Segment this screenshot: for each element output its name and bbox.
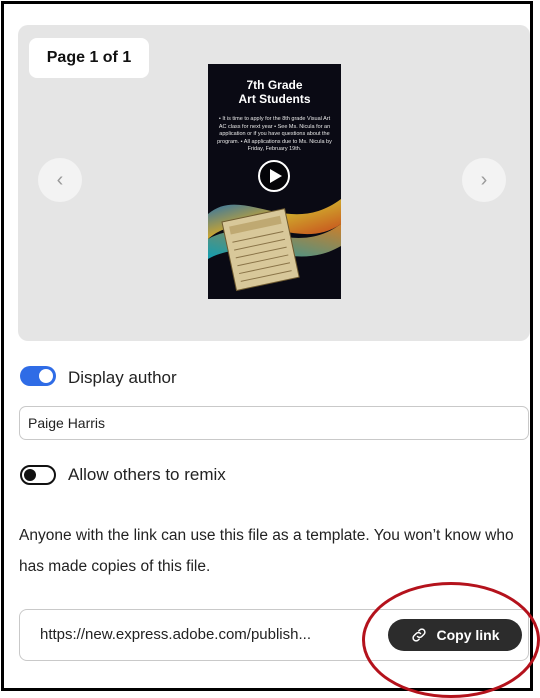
next-page-button[interactable]: ›	[462, 158, 506, 202]
toggle-knob	[24, 469, 36, 481]
previous-page-button[interactable]: ‹	[38, 158, 82, 202]
author-name-field[interactable]: Paige Harris	[19, 406, 529, 440]
chevron-right-icon: ›	[480, 168, 488, 191]
thumbnail-body-text: • It is time to apply for the 8th grade …	[217, 116, 332, 152]
page-indicator: Page 1 of 1	[29, 38, 149, 78]
display-author-toggle[interactable]	[20, 366, 56, 386]
page-thumbnail[interactable]: 7th Grade Art Students • It is time to a…	[208, 64, 341, 299]
play-icon[interactable]	[256, 158, 292, 194]
share-link-url[interactable]: https://new.express.adobe.com/publish...	[40, 626, 311, 643]
share-link-field: https://new.express.adobe.com/publish...…	[19, 609, 529, 661]
allow-remix-toggle[interactable]	[20, 465, 56, 485]
display-author-label: Display author	[68, 368, 177, 387]
thumbnail-title: 7th Grade Art Students	[238, 78, 311, 106]
toggle-knob	[39, 369, 53, 383]
allow-remix-label: Allow others to remix	[68, 465, 226, 484]
copy-link-label: Copy link	[436, 627, 500, 643]
chevron-left-icon: ‹	[56, 168, 64, 191]
template-link-description: Anyone with the link can use this file a…	[19, 527, 514, 575]
copy-link-button[interactable]: Copy link	[388, 619, 522, 651]
link-icon	[412, 628, 427, 642]
